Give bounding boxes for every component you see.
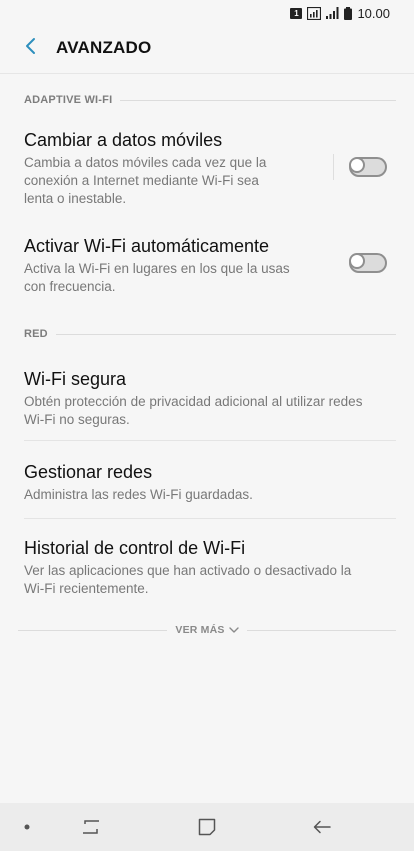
section-label: RED: [24, 328, 48, 340]
setting-auto-wifi[interactable]: Activar Wi-Fi automáticamente Activa la …: [0, 235, 414, 294]
recent-apps-icon[interactable]: [81, 820, 101, 834]
status-bar: 1 10.00: [0, 0, 414, 26]
system-nav-bar: [0, 803, 414, 851]
setting-subtitle: Administra las redes Wi-Fi guardadas.: [24, 487, 253, 502]
app-header: AVANZADO: [0, 26, 414, 70]
setting-switch-mobile-data[interactable]: Cambiar a datos móviles Cambia a datos m…: [0, 129, 414, 206]
setting-title: Activar Wi-Fi automáticamente: [24, 236, 270, 256]
page-title: AVANZADO: [56, 38, 152, 57]
section-header-red: RED: [0, 323, 414, 345]
clock: 10.00: [357, 5, 390, 21]
setting-subtitle: Activa la Wi-Fi en lugares en los que la…: [24, 261, 290, 294]
battery-icon: [344, 6, 353, 20]
setting-title: Historial de control de Wi-Fi: [24, 538, 246, 558]
setting-manage-networks[interactable]: Gestionar redes Administra las redes Wi-…: [0, 461, 414, 502]
toggle-container: [333, 154, 387, 180]
network-icon: [307, 6, 322, 20]
section-rule: [55, 333, 396, 335]
chevron-down-icon: [228, 627, 239, 633]
toggle-knob: [349, 253, 365, 269]
see-more-rule-right: [246, 629, 396, 631]
auto-wifi-toggle[interactable]: [349, 253, 387, 273]
home-icon[interactable]: [198, 818, 216, 836]
see-more-button[interactable]: VER MÁS: [175, 624, 239, 636]
chevron-left-icon: [24, 37, 36, 60]
see-more-rule-left: [18, 629, 168, 631]
see-more-row: VER MÁS: [0, 619, 414, 641]
mobile-data-toggle[interactable]: [349, 157, 387, 177]
setting-title: Cambiar a datos móviles: [24, 130, 223, 150]
setting-secure-wifi[interactable]: Wi-Fi segura Obtén protección de privaci…: [0, 368, 414, 427]
sim-icon: 1: [290, 7, 303, 19]
section-rule: [120, 99, 396, 101]
vertical-divider: [333, 154, 334, 180]
setting-title: Gestionar redes: [24, 462, 153, 482]
toggle-knob: [349, 157, 365, 173]
back-arrow-icon[interactable]: [313, 820, 331, 834]
section-label: ADAPTIVE WI-FI: [24, 94, 113, 106]
setting-subtitle: Ver las aplicaciones que han activado o …: [24, 563, 352, 596]
dot-indicator: [24, 824, 30, 830]
setting-subtitle: Obtén protección de privacidad adicional…: [24, 394, 363, 427]
signal-icon: [326, 7, 339, 19]
setting-wifi-control-history[interactable]: Historial de control de Wi-Fi Ver las ap…: [0, 537, 414, 596]
setting-title: Wi-Fi segura: [24, 369, 127, 389]
toggle-container: [349, 253, 387, 273]
section-header-adaptive-wifi: ADAPTIVE WI-FI: [0, 89, 414, 111]
see-more-label: VER MÁS: [175, 624, 225, 636]
back-button[interactable]: [18, 36, 42, 60]
